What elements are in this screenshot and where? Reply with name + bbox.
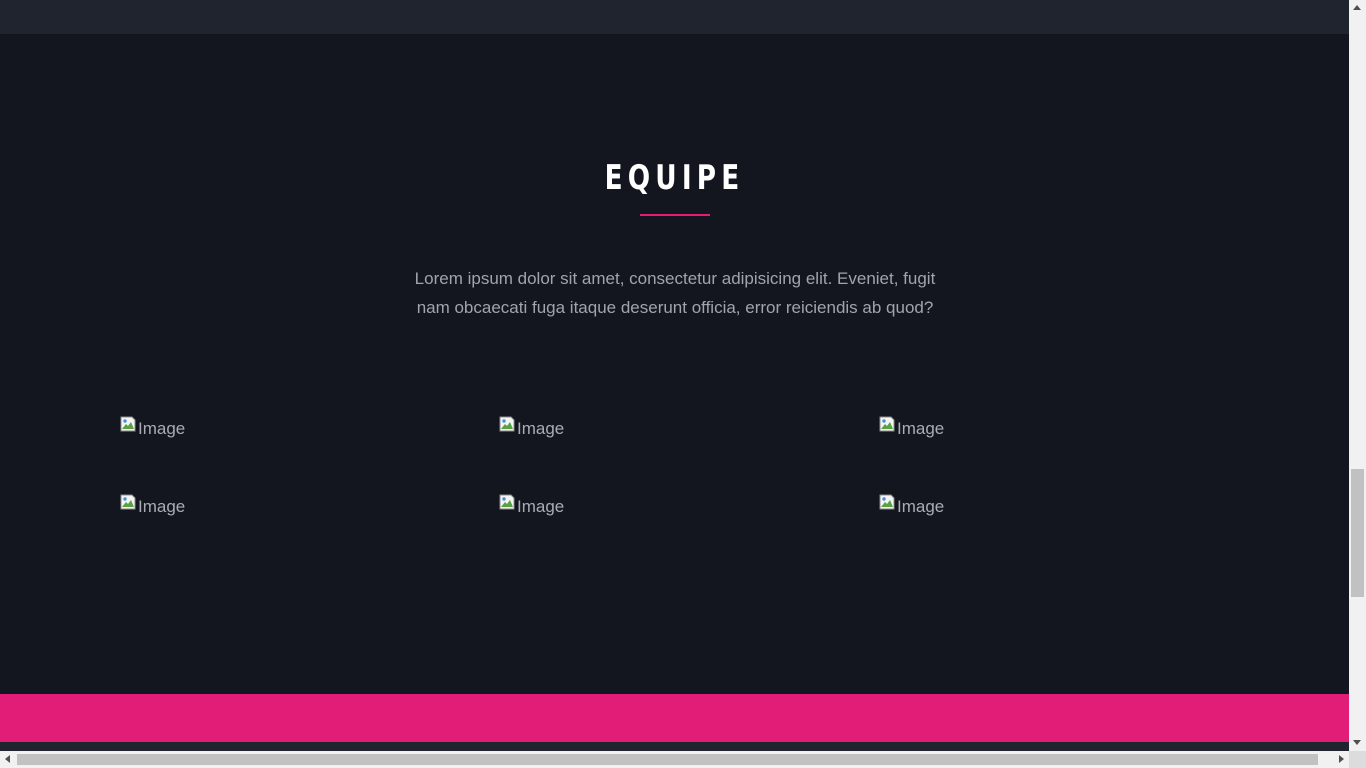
broken-image-icon xyxy=(120,416,136,432)
vertical-scrollbar[interactable] xyxy=(1349,0,1366,751)
image-alt-text: Image xyxy=(897,497,945,516)
image-alt-text: Image xyxy=(138,497,186,516)
image-alt-text: Image xyxy=(897,419,945,438)
image-alt-text: Image xyxy=(138,419,186,438)
dark-footer-strip xyxy=(0,742,1349,751)
broken-image-icon xyxy=(499,494,515,510)
broken-image-icon xyxy=(879,416,895,432)
horizontal-scrollbar[interactable] xyxy=(0,751,1349,768)
image-alt-text: Image xyxy=(517,497,565,516)
chevron-left-icon[interactable] xyxy=(5,755,10,763)
vertical-scroll-thumb[interactable] xyxy=(1351,469,1364,597)
chevron-up-icon[interactable] xyxy=(1353,5,1361,10)
team-member-image-3[interactable]: Image xyxy=(879,416,944,439)
broken-image-icon xyxy=(120,494,136,510)
team-image-grid: Image Image Image Image Image Image xyxy=(0,34,1349,694)
top-navigation-bar xyxy=(0,0,1349,34)
team-section: EQUIPE Lorem ipsum dolor sit amet, conse… xyxy=(0,34,1349,694)
team-member-image-1[interactable]: Image xyxy=(120,416,185,439)
team-member-image-6[interactable]: Image xyxy=(879,494,944,517)
broken-image-icon xyxy=(879,494,895,510)
accent-footer-band xyxy=(0,694,1349,742)
broken-image-icon xyxy=(499,416,515,432)
image-alt-text: Image xyxy=(517,419,565,438)
chevron-right-icon[interactable] xyxy=(1339,755,1344,763)
team-member-image-5[interactable]: Image xyxy=(499,494,564,517)
browser-page: EQUIPE Lorem ipsum dolor sit amet, conse… xyxy=(0,0,1349,751)
scrollbar-corner xyxy=(1349,751,1366,768)
chevron-down-icon[interactable] xyxy=(1353,740,1361,745)
team-member-image-2[interactable]: Image xyxy=(499,416,564,439)
team-member-image-4[interactable]: Image xyxy=(120,494,185,517)
horizontal-scroll-thumb[interactable] xyxy=(17,754,1318,765)
